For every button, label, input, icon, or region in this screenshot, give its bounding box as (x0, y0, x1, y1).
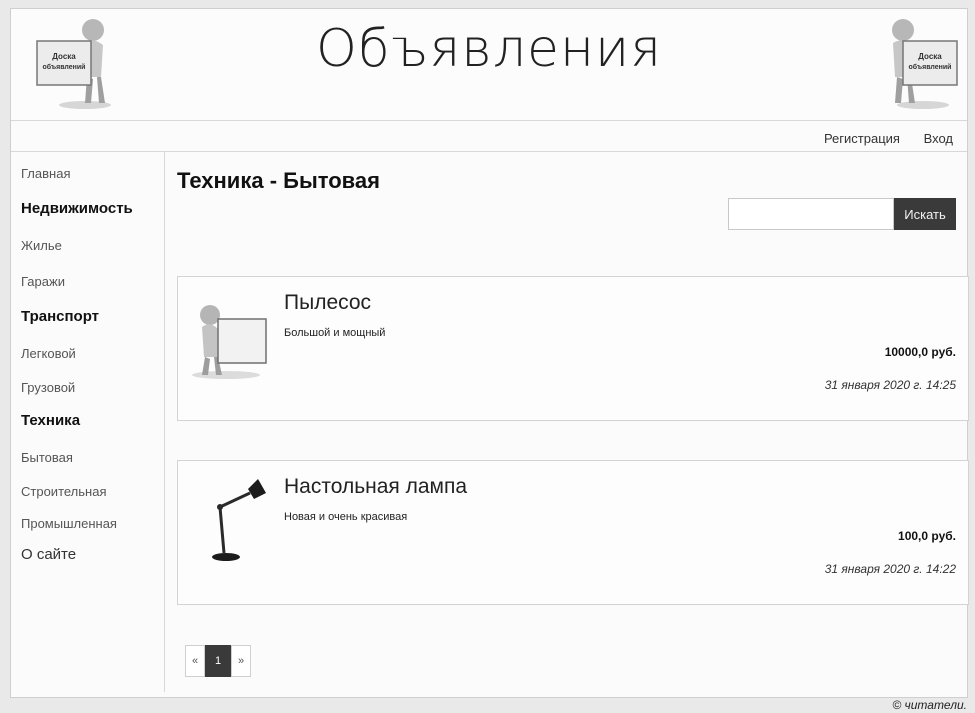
footer-credit: © читатели. (892, 698, 967, 712)
ad-description: Большой и мощный (284, 327, 386, 339)
login-link[interactable]: Вход (924, 131, 953, 146)
ad-title[interactable]: Настольная лампа (284, 475, 467, 499)
person-with-board-icon (192, 305, 267, 379)
sidebar-item-about[interactable]: О сайте (21, 546, 76, 563)
ad-image[interactable] (186, 287, 272, 397)
sidebar-item-home[interactable]: Главная (21, 166, 70, 181)
board-mascot-icon: Доска объявлений (892, 19, 958, 109)
ad-date: 31 января 2020 г. 14:25 (824, 378, 956, 392)
register-link[interactable]: Регистрация (824, 131, 900, 146)
ad-image[interactable] (186, 471, 272, 581)
svg-text:объявлений: объявлений (909, 63, 952, 71)
ad-title[interactable]: Пылесос (284, 291, 371, 315)
pagination: « 1 » (185, 645, 251, 677)
sidebar-item-construction[interactable]: Строительная (21, 484, 106, 499)
ad-price: 10000,0 руб. (884, 345, 956, 359)
sidebar-item-trucks[interactable]: Грузовой (21, 380, 75, 395)
ad-price: 100,0 руб. (898, 529, 956, 543)
page-title: Техника - Бытовая (177, 168, 380, 193)
svg-text:Доска: Доска (918, 52, 942, 61)
sidebar-item-housing[interactable]: Жилье (21, 238, 62, 253)
main-content: Техника - Бытовая Искать Пылесос Большой… (165, 152, 969, 697)
top-navigation: Регистрация Вход (804, 131, 953, 146)
sidebar-rubric-real-estate: Недвижимость (21, 200, 133, 217)
site-header: Доска объявлений Объявления Доска объявл… (11, 9, 967, 121)
sidebar-item-cars[interactable]: Легковой (21, 346, 76, 361)
pagination-prev[interactable]: « (185, 645, 205, 677)
page-frame: Доска объявлений Объявления Доска объявл… (10, 8, 969, 698)
desk-lamp-icon (212, 479, 266, 561)
pagination-next[interactable]: » (231, 645, 251, 677)
sidebar-item-household[interactable]: Бытовая (21, 450, 73, 465)
sidebar: Главная Недвижимость Жилье Гаражи Трансп… (11, 152, 165, 692)
ad-card[interactable]: Настольная лампа Новая и очень красивая … (177, 460, 969, 605)
sidebar-rubric-transport: Транспорт (21, 308, 100, 325)
site-title: Объявления (315, 19, 663, 79)
ad-description: Новая и очень красивая (284, 511, 408, 523)
sidebar-rubric-tech: Техника (21, 412, 81, 429)
ad-date: 31 января 2020 г. 14:22 (824, 562, 956, 576)
search-button[interactable]: Искать (894, 198, 956, 230)
search-input[interactable] (728, 198, 894, 230)
board-logo-right[interactable]: Доска объявлений (873, 17, 963, 109)
ad-card[interactable]: Пылесос Большой и мощный 10000,0 руб. 31… (177, 276, 969, 421)
pagination-page-current[interactable]: 1 (205, 645, 231, 677)
sidebar-item-industrial[interactable]: Промышленная (21, 516, 117, 531)
sidebar-item-garages[interactable]: Гаражи (21, 274, 65, 289)
